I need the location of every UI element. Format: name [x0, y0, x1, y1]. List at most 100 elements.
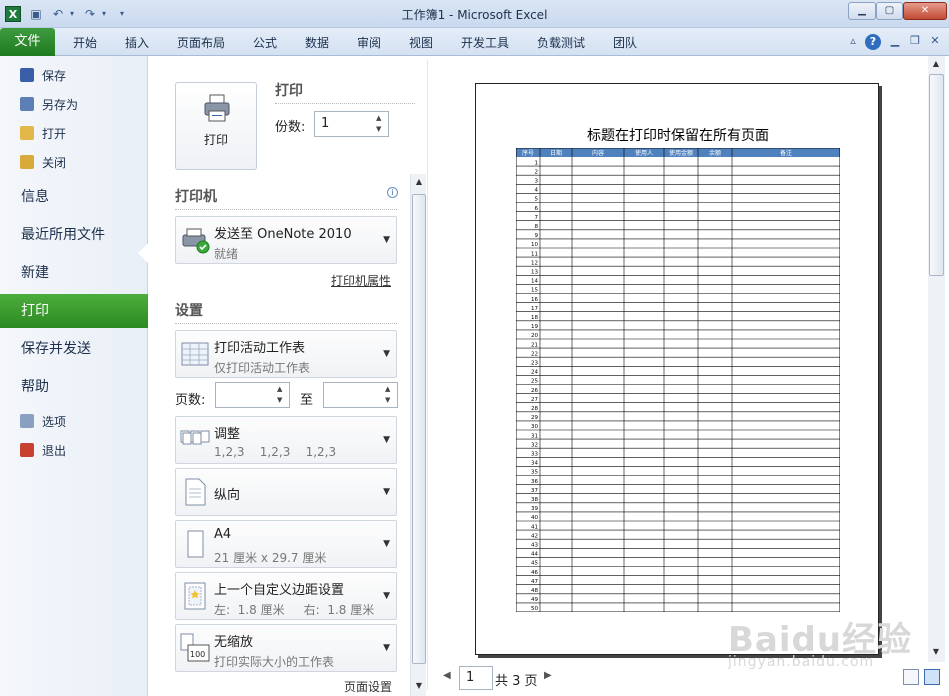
table-row-number: 41 — [531, 524, 538, 530]
table-row-number: 28 — [531, 406, 538, 412]
watermark: Baidu经验 jingyan.baidu.com — [728, 600, 928, 690]
tab-view[interactable]: 视图 — [409, 34, 433, 51]
printer-name: 发送至 OneNote 2010 — [214, 227, 352, 242]
title-bar: X ▣ ↶ ▾ ↷ ▾ ▾ 工作簿1 - Microsoft Excel ▁ ▢… — [0, 0, 949, 28]
dropdown-arrow-icon: ▼ — [383, 643, 390, 653]
tab-home[interactable]: 开始 — [73, 34, 97, 51]
settings-scrollbar[interactable]: ▲ ▼ — [410, 174, 426, 696]
nav-close[interactable]: 关闭 — [20, 153, 66, 173]
copies-stepper[interactable]: 1 ▲ ▼ — [314, 111, 389, 137]
table-row-number: 44 — [531, 552, 538, 558]
pages-from-stepper[interactable]: ▲ ▼ — [215, 382, 290, 408]
doc-close-icon[interactable]: ✕ — [927, 34, 943, 47]
table-row-number: 12 — [531, 260, 538, 266]
spin-up-icon[interactable]: ▲ — [277, 385, 287, 393]
nav-options[interactable]: 选项 — [20, 412, 66, 432]
print-scope-dropdown[interactable]: 打印活动工作表 仅打印活动工作表 ▼ — [175, 330, 397, 378]
table-row-number: 21 — [531, 342, 538, 348]
print-button-label: 打印 — [203, 133, 228, 147]
help-icon[interactable]: ? — [865, 34, 881, 50]
table-row-number: 18 — [531, 315, 538, 321]
nav-open[interactable]: 打开 — [20, 124, 66, 144]
spin-down-icon[interactable]: ▼ — [385, 396, 395, 404]
spin-up-icon[interactable]: ▲ — [376, 114, 386, 122]
nav-save-send[interactable]: 保存并发送 — [0, 332, 148, 366]
info-icon[interactable]: i — [387, 187, 398, 198]
scroll-down-icon[interactable]: ▼ — [412, 678, 426, 694]
orientation-dropdown[interactable]: 纵向 ▼ — [175, 468, 397, 516]
printer-dropdown[interactable]: 发送至 OneNote 2010 就绪 ▼ — [175, 216, 397, 264]
doc-restore-icon[interactable]: ❐ — [907, 34, 923, 47]
scrollbar-thumb[interactable] — [929, 74, 944, 276]
nav-info[interactable]: 信息 — [0, 180, 148, 214]
table-header-cell: 内容 — [592, 149, 604, 157]
folder-close-icon — [20, 155, 34, 169]
tab-formulas[interactable]: 公式 — [253, 34, 277, 51]
scaling-sub: 打印实际大小的工作表 — [214, 655, 335, 669]
scroll-down-icon[interactable]: ▼ — [929, 644, 943, 660]
print-settings-panel: 打印 打印 份数: 1 ▲ ▼ 打印机 i 发送至 OneNote 2010 就… — [149, 56, 427, 696]
minimize-ribbon-icon[interactable]: ▵ — [845, 34, 861, 47]
tab-insert[interactable]: 插入 — [125, 34, 149, 51]
tab-load-test[interactable]: 负载测试 — [537, 34, 585, 51]
nav-help[interactable]: 帮助 — [0, 370, 148, 404]
no-scaling-icon: 100 — [180, 633, 210, 662]
paper-sub: 21 厘米 x 29.7 厘米 — [214, 551, 327, 565]
next-page-icon[interactable]: ▶ — [544, 670, 552, 681]
sheet-title: 标题在打印时保留在所有页面 — [587, 128, 769, 144]
collate-dropdown[interactable]: 调整 1,2,3 1,2,3 1,2,3 ▼ — [175, 416, 397, 464]
print-button[interactable]: 打印 — [175, 82, 257, 170]
scroll-up-icon[interactable]: ▲ — [929, 56, 943, 72]
current-page-input[interactable]: 1 — [459, 666, 493, 690]
table-row-number: 42 — [531, 533, 538, 539]
dropdown-arrow-icon: ▼ — [383, 235, 390, 245]
paper-size-dropdown[interactable]: A4 21 厘米 x 29.7 厘米 ▼ — [175, 520, 397, 568]
settings-section-title: 设置 — [175, 300, 397, 324]
nav-recent[interactable]: 最近所用文件 — [0, 218, 148, 252]
spin-up-icon[interactable]: ▲ — [385, 385, 395, 393]
nav-print[interactable]: 打印 — [0, 294, 148, 328]
table-row-number: 35 — [531, 470, 538, 476]
scroll-up-icon[interactable]: ▲ — [412, 174, 426, 190]
table-row-number: 10 — [531, 242, 538, 248]
tab-review[interactable]: 审阅 — [357, 34, 381, 51]
tab-team[interactable]: 团队 — [613, 34, 637, 51]
spin-down-icon[interactable]: ▼ — [277, 396, 287, 404]
scaling-icon-text: 100 — [190, 650, 205, 659]
table-row-number: 5 — [535, 197, 539, 203]
table-header-cell: 日期 — [550, 149, 562, 157]
maximize-button[interactable]: ▢ — [876, 2, 903, 20]
ribbon-tab-bar: 文件 开始 插入 页面布局 公式 数据 审阅 视图 开发工具 负载测试 团队 ▵… — [0, 28, 949, 56]
options-icon — [20, 414, 34, 428]
copies-value: 1 — [321, 116, 330, 131]
margins-sub: 左: 1.8 厘米 右: 1.8 厘米 — [214, 603, 375, 617]
printer-properties-link[interactable]: 打印机属性 — [331, 272, 391, 289]
nav-new[interactable]: 新建 — [0, 256, 148, 290]
table-header-cell: 序号 — [522, 149, 534, 157]
preview-scrollbar[interactable]: ▲ ▼ — [928, 56, 945, 662]
tab-page-layout[interactable]: 页面布局 — [177, 34, 225, 51]
nav-save-as[interactable]: 另存为 — [20, 95, 78, 115]
margins-icon — [184, 582, 206, 610]
scrollbar-thumb[interactable] — [412, 194, 426, 664]
table-row-number: 9 — [535, 233, 539, 239]
nav-save[interactable]: 保存 — [20, 66, 66, 86]
spin-down-icon[interactable]: ▼ — [376, 125, 386, 133]
tab-file[interactable]: 文件 — [0, 28, 55, 56]
scaling-dropdown[interactable]: 100 无缩放 打印实际大小的工作表 ▼ — [175, 624, 397, 672]
close-button[interactable]: ✕ — [903, 2, 947, 20]
margins-dropdown[interactable]: 上一个自定义边距设置 左: 1.8 厘米 右: 1.8 厘米 ▼ — [175, 572, 397, 620]
page-setup-link[interactable]: 页面设置 — [344, 678, 392, 695]
table-row-number: 34 — [531, 461, 538, 467]
prev-page-icon[interactable]: ◀ — [443, 670, 451, 681]
doc-minimize-icon[interactable]: ▁ — [887, 34, 903, 47]
pages-to-stepper[interactable]: ▲ ▼ — [323, 382, 398, 408]
table-border — [516, 148, 840, 612]
nav-exit[interactable]: 退出 — [20, 441, 66, 461]
printer-ready-icon — [182, 228, 210, 254]
tab-data[interactable]: 数据 — [305, 34, 329, 51]
minimize-button[interactable]: ▁ — [848, 2, 876, 20]
tab-developer[interactable]: 开发工具 — [461, 34, 509, 51]
watermark-sub: jingyan.baidu.com — [728, 654, 875, 670]
collate-main: 调整 — [214, 427, 241, 442]
